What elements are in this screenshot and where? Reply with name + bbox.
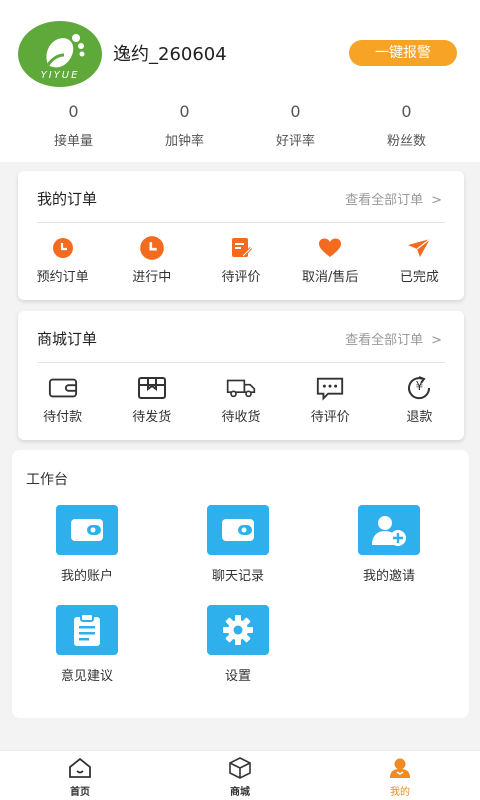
workbench-item-label: 设置 [224, 669, 251, 684]
chevron-right-icon: > [431, 193, 442, 208]
order-item-cancel-aftersale[interactable]: 取消/售后 [286, 235, 375, 285]
workbench-panel: 工作台 我的账户 聊天记录 我的邀请 意见建议 设置 [12, 450, 469, 718]
cube-icon [160, 757, 320, 779]
stat-orders[interactable]: 0 接单量 [18, 101, 129, 151]
box-icon [137, 375, 167, 401]
stat-value: 0 [179, 102, 190, 121]
mall-item-label: 待评价 [310, 410, 350, 425]
stat-fans[interactable]: 0 粉丝数 [351, 101, 462, 151]
workbench-feedback[interactable]: 意见建议 [12, 605, 162, 684]
mall-item-label: 待收货 [221, 410, 261, 425]
person-icon [320, 757, 480, 779]
home-icon [0, 757, 160, 779]
chat-icon [315, 375, 345, 401]
gear-icon [207, 605, 269, 655]
order-item-reserved[interactable]: 预约订单 [18, 235, 107, 285]
view-all-mall-orders-link[interactable]: 查看全部订单 > [345, 329, 442, 348]
stat-label: 加钟率 [164, 134, 204, 149]
card-title: 我的订单 [37, 190, 98, 208]
stats-row: 0 接单量 0 加钟率 0 好评率 0 粉丝数 [18, 101, 462, 151]
divider [37, 222, 445, 223]
tab-home[interactable]: 首页 [0, 751, 160, 800]
edit-icon [226, 235, 256, 261]
workbench-my-invites[interactable]: 我的邀请 [314, 505, 464, 584]
add-user-icon [358, 505, 420, 555]
mall-orders-card: 商城订单 查看全部订单 > 待付款 待发货 待收货 待评价 ¥ 退款 [18, 311, 464, 440]
wallet-icon [207, 505, 269, 555]
tab-label: 首页 [70, 787, 90, 798]
order-item-label: 进行中 [132, 270, 172, 285]
chevron-right-icon: > [431, 333, 442, 348]
plane-icon [404, 235, 434, 261]
clock-icon [137, 235, 167, 261]
view-all-orders-link[interactable]: 查看全部订单 > [345, 189, 442, 208]
workbench-chat-history[interactable]: 聊天记录 [163, 505, 313, 584]
mall-orders-items: 待付款 待发货 待收货 待评价 ¥ 退款 [18, 375, 464, 425]
stat-value: 0 [68, 102, 79, 121]
mall-item-pending-payment[interactable]: 待付款 [18, 375, 107, 425]
workbench-item-label: 意见建议 [60, 669, 113, 684]
tab-label: 商城 [230, 787, 250, 798]
order-item-completed[interactable]: 已完成 [375, 235, 464, 285]
stat-value: 0 [401, 102, 412, 121]
view-all-label: 查看全部订单 [345, 193, 424, 208]
stat-label: 好评率 [275, 134, 315, 149]
order-item-in-progress[interactable]: 进行中 [107, 235, 196, 285]
truck-icon [226, 375, 256, 401]
avatar-brand-text: YIYUE [40, 70, 80, 81]
workbench-settings[interactable]: 设置 [163, 605, 313, 684]
bottom-tab-bar: 首页 商城 我的 [0, 750, 480, 800]
mall-item-label: 待发货 [132, 410, 172, 425]
order-item-label: 取消/售后 [302, 270, 359, 285]
card-title: 商城订单 [37, 330, 98, 348]
tab-mine[interactable]: 我的 [320, 751, 480, 800]
wallet-icon [56, 505, 118, 555]
workbench-title: 工作台 [26, 472, 68, 488]
stat-extension-rate[interactable]: 0 加钟率 [129, 101, 240, 151]
tab-mall[interactable]: 商城 [160, 751, 320, 800]
stat-value: 0 [290, 102, 301, 121]
stat-positive-rate[interactable]: 0 好评率 [240, 101, 351, 151]
workbench-my-account[interactable]: 我的账户 [12, 505, 162, 584]
my-orders-card: 我的订单 查看全部订单 > 预约订单 进行中 待评价 取消/售后 已完成 [18, 171, 464, 300]
view-all-label: 查看全部订单 [345, 333, 424, 348]
wallet-icon [48, 375, 78, 401]
order-item-label: 已完成 [399, 270, 439, 285]
workbench-item-label: 聊天记录 [211, 569, 264, 584]
avatar[interactable]: YIYUE [18, 21, 102, 87]
mall-item-to-receive[interactable]: 待收货 [196, 375, 285, 425]
emergency-alarm-button[interactable]: 一键报警 [349, 40, 457, 66]
mall-orders-header: 商城订单 查看全部订单 > [18, 311, 464, 363]
order-item-label: 待评价 [221, 270, 261, 285]
mall-item-label: 待付款 [43, 410, 83, 425]
refund-icon: ¥ [404, 375, 434, 401]
refund-symbol: ¥ [415, 379, 424, 393]
order-item-to-review[interactable]: 待评价 [196, 235, 285, 285]
heart-icon [315, 235, 345, 261]
stat-label: 粉丝数 [386, 134, 426, 149]
order-item-label: 预约订单 [36, 270, 89, 285]
mall-item-label: 退款 [406, 410, 433, 425]
my-orders-header: 我的订单 查看全部订单 > [18, 171, 464, 223]
stat-label: 接单量 [53, 134, 93, 149]
clock-icon [48, 235, 78, 261]
username: 逸约_260604 [113, 44, 227, 65]
workbench-item-label: 我的账户 [60, 569, 113, 584]
divider [37, 362, 445, 363]
mall-item-to-review[interactable]: 待评价 [286, 375, 375, 425]
workbench-item-label: 我的邀请 [362, 569, 415, 584]
mall-item-refund[interactable]: ¥ 退款 [375, 375, 464, 425]
profile-header: YIYUE 逸约_260604 一键报警 0 接单量 0 加钟率 0 好评率 0… [0, 0, 480, 162]
mall-item-to-ship[interactable]: 待发货 [107, 375, 196, 425]
clipboard-icon [56, 605, 118, 655]
tab-label: 我的 [390, 787, 410, 798]
my-orders-items: 预约订单 进行中 待评价 取消/售后 已完成 [18, 235, 464, 285]
